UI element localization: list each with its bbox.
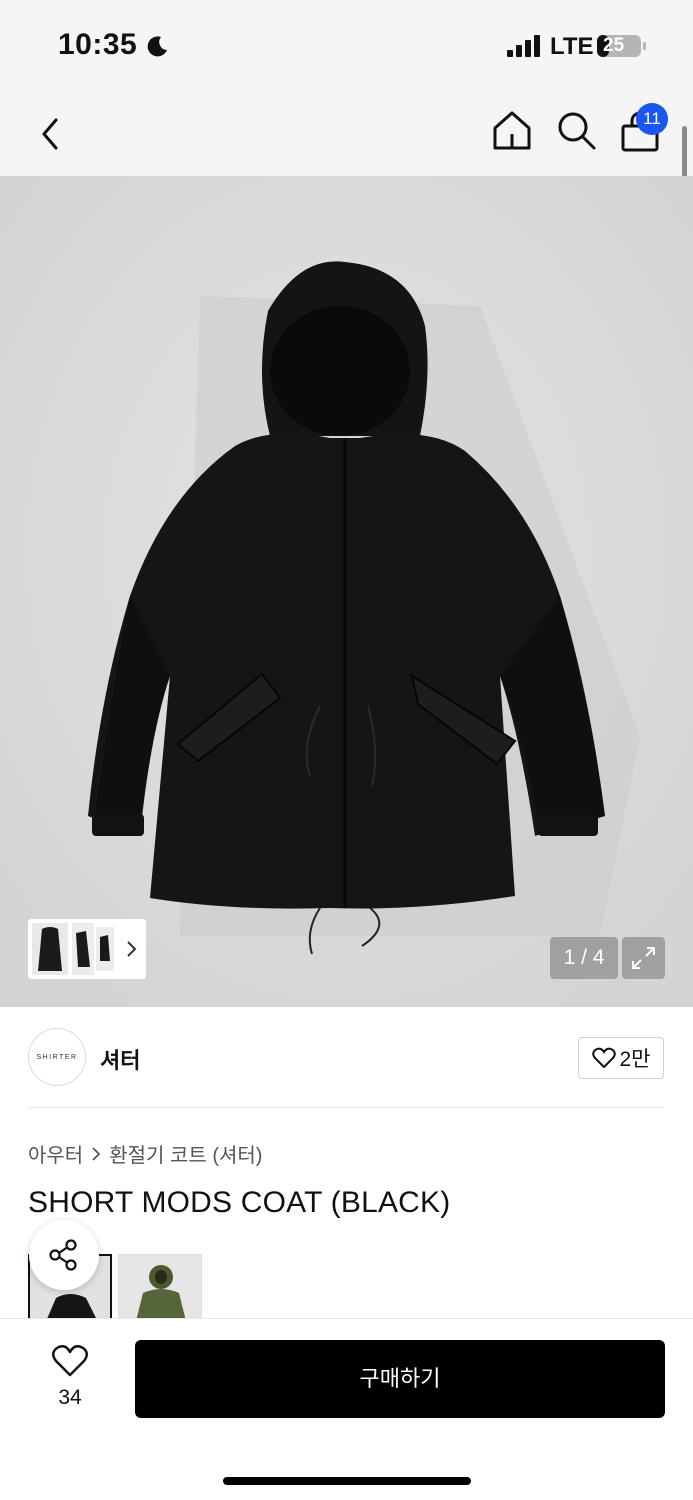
signal-icon bbox=[507, 35, 540, 57]
moon-icon bbox=[147, 36, 167, 57]
search-icon[interactable] bbox=[554, 108, 598, 152]
back-icon[interactable] bbox=[28, 112, 72, 156]
expand-button[interactable] bbox=[622, 937, 665, 979]
brand-name[interactable]: 셔터 bbox=[100, 1043, 140, 1075]
favorite-count: 34 bbox=[58, 1386, 82, 1409]
heart-icon bbox=[591, 1047, 616, 1069]
product-image[interactable] bbox=[0, 176, 693, 1007]
top-navigation-bar bbox=[0, 92, 693, 176]
chevron-right-icon bbox=[92, 1146, 101, 1161]
brand-like-button[interactable]: 2만 bbox=[578, 1037, 664, 1079]
chevron-right-icon[interactable] bbox=[124, 939, 138, 959]
image-counter: 1 / 4 bbox=[550, 937, 618, 979]
heart-icon bbox=[52, 1344, 88, 1377]
brand-logo[interactable]: SHIRTER bbox=[28, 1028, 86, 1086]
color-swatch-khaki[interactable] bbox=[118, 1254, 202, 1324]
share-icon bbox=[49, 1239, 77, 1271]
breadcrumb-category[interactable]: 아우터 bbox=[28, 1139, 83, 1168]
coat-illustration bbox=[0, 176, 693, 1007]
breadcrumb-subcategory[interactable]: 환절기 코트 (셔터) bbox=[109, 1139, 262, 1168]
buy-button[interactable]: 구매하기 bbox=[135, 1340, 665, 1418]
divider bbox=[28, 1107, 664, 1108]
brand-like-count: 2만 bbox=[619, 1048, 651, 1071]
battery-level: 25 bbox=[603, 35, 625, 56]
status-bar: 10:35 LTE 25 bbox=[0, 0, 693, 92]
thumbnail-strip[interactable] bbox=[28, 919, 146, 979]
product-title: SHORT MODS COAT (BLACK) bbox=[28, 1186, 451, 1219]
brand-row[interactable]: SHIRTER 셔터 2만 bbox=[0, 1007, 693, 1107]
home-indicator[interactable] bbox=[223, 1477, 471, 1485]
cart-count-badge: 11 bbox=[636, 103, 668, 135]
share-button[interactable] bbox=[29, 1220, 99, 1290]
breadcrumb: 아우터 환절기 코트 (셔터) bbox=[28, 1139, 262, 1168]
expand-icon bbox=[632, 947, 655, 969]
status-time: 10:35 bbox=[58, 28, 138, 61]
home-icon[interactable] bbox=[490, 108, 534, 152]
network-type: LTE bbox=[550, 33, 594, 60]
